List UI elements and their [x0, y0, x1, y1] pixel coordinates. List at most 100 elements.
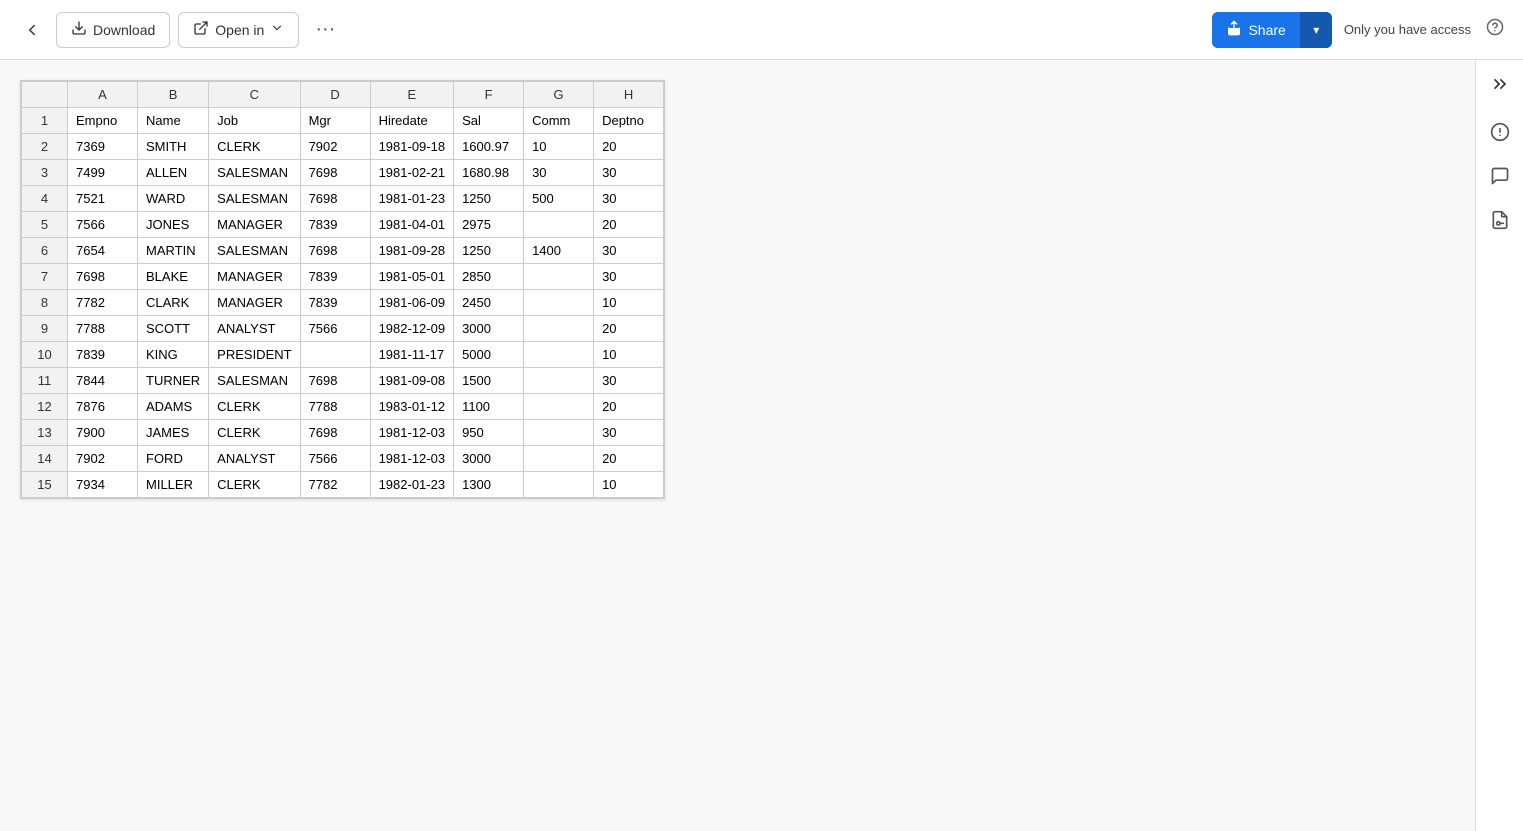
open-in-button[interactable]: Open in — [178, 12, 299, 48]
cell[interactable]: 7900 — [68, 420, 138, 446]
cell[interactable]: Name — [138, 108, 209, 134]
cell[interactable]: SMITH — [138, 134, 209, 160]
share-button-main[interactable]: Share — [1212, 12, 1299, 48]
cell[interactable]: Sal — [454, 108, 524, 134]
cell[interactable]: SCOTT — [138, 316, 209, 342]
cell[interactable]: 950 — [454, 420, 524, 446]
cell[interactable]: 7698 — [300, 160, 370, 186]
cell[interactable]: 1250 — [454, 238, 524, 264]
info-button[interactable] — [1482, 116, 1518, 152]
cell[interactable]: 7654 — [68, 238, 138, 264]
cell[interactable] — [524, 394, 594, 420]
cell[interactable]: 20 — [594, 212, 664, 238]
collapse-panel-button[interactable] — [1482, 68, 1518, 104]
cell[interactable]: 30 — [594, 368, 664, 394]
cell[interactable]: 30 — [594, 160, 664, 186]
cell[interactable]: 2975 — [454, 212, 524, 238]
cell[interactable]: 7698 — [300, 186, 370, 212]
cell[interactable]: ADAMS — [138, 394, 209, 420]
cell[interactable]: 10 — [594, 290, 664, 316]
cell[interactable]: 5000 — [454, 342, 524, 368]
cell[interactable]: Job — [209, 108, 300, 134]
cell[interactable]: 7902 — [300, 134, 370, 160]
cell[interactable]: 1680.98 — [454, 160, 524, 186]
cell[interactable]: 20 — [594, 394, 664, 420]
cell[interactable]: 1981-06-09 — [370, 290, 454, 316]
cell[interactable] — [524, 264, 594, 290]
cell[interactable]: 1400 — [524, 238, 594, 264]
cell[interactable]: CLERK — [209, 134, 300, 160]
cell[interactable]: 7698 — [68, 264, 138, 290]
cell[interactable]: 1981-11-17 — [370, 342, 454, 368]
help-button[interactable] — [1483, 18, 1507, 42]
cell[interactable]: 7698 — [300, 368, 370, 394]
file-button[interactable] — [1482, 204, 1518, 240]
cell[interactable]: CLERK — [209, 420, 300, 446]
cell[interactable] — [524, 316, 594, 342]
cell[interactable]: 1981-09-18 — [370, 134, 454, 160]
cell[interactable]: 20 — [594, 134, 664, 160]
cell[interactable]: 7782 — [300, 472, 370, 498]
cell[interactable]: Hiredate — [370, 108, 454, 134]
cell[interactable]: 7839 — [68, 342, 138, 368]
cell[interactable]: Comm — [524, 108, 594, 134]
cell[interactable]: 1982-12-09 — [370, 316, 454, 342]
cell[interactable]: ALLEN — [138, 160, 209, 186]
cell[interactable]: 7788 — [300, 394, 370, 420]
cell[interactable]: 3000 — [454, 316, 524, 342]
cell[interactable] — [524, 290, 594, 316]
cell[interactable]: 7876 — [68, 394, 138, 420]
cell[interactable]: ANALYST — [209, 316, 300, 342]
cell[interactable]: 1981-01-23 — [370, 186, 454, 212]
cell[interactable] — [524, 472, 594, 498]
cell[interactable]: CLERK — [209, 472, 300, 498]
cell[interactable]: 1981-09-08 — [370, 368, 454, 394]
cell[interactable]: 20 — [594, 446, 664, 472]
cell[interactable]: 7782 — [68, 290, 138, 316]
cell[interactable]: PRESIDENT — [209, 342, 300, 368]
cell[interactable]: 7934 — [68, 472, 138, 498]
cell[interactable]: 7844 — [68, 368, 138, 394]
cell[interactable]: 1100 — [454, 394, 524, 420]
cell[interactable]: FORD — [138, 446, 209, 472]
download-button[interactable]: Download — [56, 12, 170, 48]
cell[interactable]: 1981-09-28 — [370, 238, 454, 264]
cell[interactable]: 30 — [524, 160, 594, 186]
cell[interactable]: 7902 — [68, 446, 138, 472]
share-dropdown-button[interactable]: ▾ — [1300, 12, 1332, 48]
cell[interactable] — [524, 212, 594, 238]
cell[interactable]: MILLER — [138, 472, 209, 498]
cell[interactable]: MANAGER — [209, 290, 300, 316]
cell[interactable]: 10 — [594, 342, 664, 368]
cell[interactable]: 3000 — [454, 446, 524, 472]
cell[interactable]: CLERK — [209, 394, 300, 420]
cell[interactable]: TURNER — [138, 368, 209, 394]
cell[interactable]: JAMES — [138, 420, 209, 446]
cell[interactable]: 1981-12-03 — [370, 446, 454, 472]
cell[interactable]: MARTIN — [138, 238, 209, 264]
cell[interactable]: 1983-01-12 — [370, 394, 454, 420]
cell[interactable]: 500 — [524, 186, 594, 212]
cell[interactable]: KING — [138, 342, 209, 368]
cell[interactable]: 1981-02-21 — [370, 160, 454, 186]
cell[interactable]: 1981-05-01 — [370, 264, 454, 290]
cell[interactable]: 2450 — [454, 290, 524, 316]
cell[interactable]: 7521 — [68, 186, 138, 212]
cell[interactable] — [524, 342, 594, 368]
cell[interactable]: 1300 — [454, 472, 524, 498]
cell[interactable]: 2850 — [454, 264, 524, 290]
cell[interactable]: 1981-12-03 — [370, 420, 454, 446]
cell[interactable] — [300, 342, 370, 368]
cell[interactable]: SALESMAN — [209, 160, 300, 186]
cell[interactable]: SALESMAN — [209, 186, 300, 212]
cell[interactable]: MANAGER — [209, 212, 300, 238]
cell[interactable]: 7566 — [300, 316, 370, 342]
cell[interactable]: 7839 — [300, 264, 370, 290]
cell[interactable]: ANALYST — [209, 446, 300, 472]
cell[interactable]: 10 — [524, 134, 594, 160]
cell[interactable]: 1600.97 — [454, 134, 524, 160]
cell[interactable]: Mgr — [300, 108, 370, 134]
cell[interactable]: 7839 — [300, 212, 370, 238]
cell[interactable] — [524, 368, 594, 394]
back-button[interactable] — [16, 14, 48, 46]
